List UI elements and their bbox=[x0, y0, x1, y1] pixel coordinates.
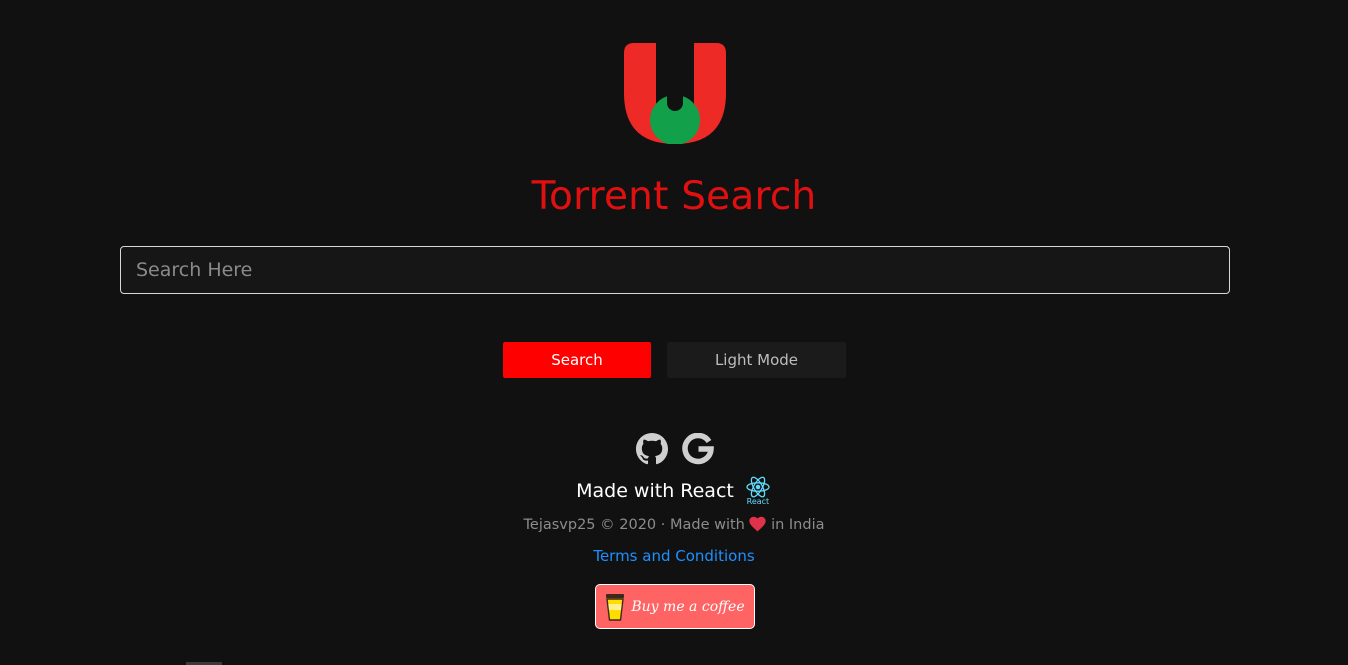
terms-link[interactable]: Terms and Conditions bbox=[593, 547, 754, 565]
terms-container: Terms and Conditions bbox=[0, 547, 1348, 565]
copyright-text: Tejasvp25 © 2020 · Made with in India bbox=[0, 516, 1348, 533]
light-mode-button[interactable]: Light Mode bbox=[667, 342, 846, 378]
search-input[interactable] bbox=[120, 246, 1230, 294]
search-button[interactable]: Search bbox=[503, 342, 651, 378]
buy-me-a-coffee-button[interactable]: Buy me a coffee bbox=[595, 584, 755, 629]
made-with-react: Made with React React bbox=[0, 475, 1348, 509]
react-logo-label: React bbox=[746, 497, 770, 506]
github-icon[interactable] bbox=[636, 433, 668, 465]
u-magnet-logo-icon bbox=[624, 43, 726, 144]
heart-icon bbox=[749, 516, 767, 532]
copyright-prefix: Tejasvp25 © 2020 · Made with bbox=[523, 517, 745, 533]
made-with-react-text: Made with React bbox=[576, 480, 734, 502]
coffee-cup-icon bbox=[606, 593, 625, 621]
page-title: Torrent Search bbox=[531, 174, 817, 219]
coffee-button-label: Buy me a coffee bbox=[631, 598, 745, 615]
react-logo-icon: React bbox=[744, 475, 772, 509]
google-icon[interactable] bbox=[682, 433, 714, 465]
page: Torrent Search Search Light Mode Made wi… bbox=[0, 0, 1348, 665]
copyright-suffix: in India bbox=[771, 517, 825, 533]
